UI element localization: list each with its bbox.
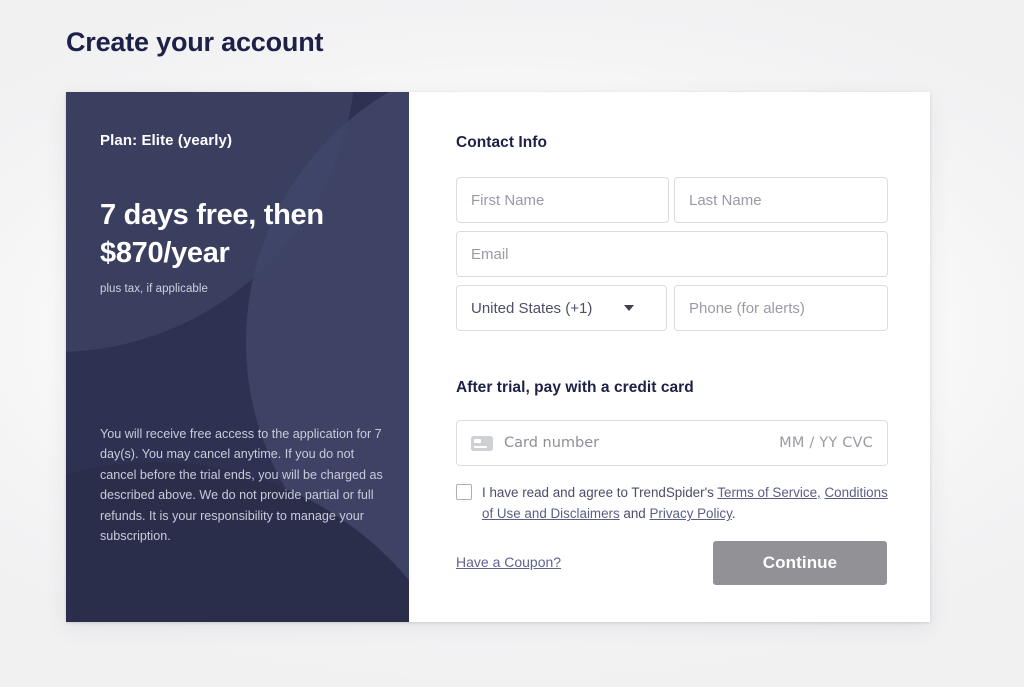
email-input[interactable]: Email bbox=[456, 231, 888, 277]
first-name-input[interactable]: First Name bbox=[456, 177, 669, 223]
privacy-policy-link[interactable]: Privacy Policy bbox=[649, 506, 731, 521]
price-headline: 7 days free, then $870/year bbox=[100, 199, 324, 270]
have-a-coupon-link[interactable]: Have a Coupon? bbox=[456, 554, 561, 570]
terms-lead-text: I have read and agree to TrendSpider's bbox=[482, 485, 718, 500]
terms-agreement-row: I have read and agree to TrendSpider's T… bbox=[456, 482, 896, 524]
first-name-placeholder: First Name bbox=[471, 191, 545, 209]
terms-of-service-link[interactable]: Terms of Service, bbox=[717, 485, 820, 500]
page-title: Create your account bbox=[66, 27, 324, 57]
plan-summary-panel: Plan: Elite (yearly) 7 days free, then $… bbox=[66, 92, 409, 622]
plan-summary-content: Plan: Elite (yearly) 7 days free, then $… bbox=[66, 92, 409, 622]
price-subtext: plus tax, if applicable bbox=[100, 283, 208, 295]
last-name-input[interactable]: Last Name bbox=[674, 177, 888, 223]
phone-input[interactable]: Phone (for alerts) bbox=[674, 285, 888, 331]
signup-page: Create your account Plan: Elite (yearly) bbox=[0, 0, 1024, 687]
payment-heading: After trial, pay with a credit card bbox=[456, 379, 694, 396]
terms-checkbox[interactable] bbox=[456, 484, 472, 500]
country-code-value: United States (+1) bbox=[471, 299, 593, 317]
continue-button[interactable]: Continue bbox=[713, 541, 887, 585]
card-expiry-cvc-placeholder: MM / YY CVC bbox=[779, 435, 873, 451]
signup-form-panel: Contact Info First Name Last Name Email … bbox=[409, 92, 930, 622]
email-placeholder: Email bbox=[471, 245, 509, 263]
card-number-placeholder: Card number bbox=[504, 435, 600, 451]
contact-info-heading: Contact Info bbox=[456, 134, 548, 151]
trial-terms-paragraph: You will receive free access to the appl… bbox=[100, 427, 383, 543]
plan-label: Plan: Elite (yearly) bbox=[100, 132, 233, 149]
terms-conjunction: and bbox=[619, 506, 650, 522]
signup-card: Plan: Elite (yearly) 7 days free, then $… bbox=[66, 92, 930, 622]
chevron-down-icon bbox=[624, 305, 634, 311]
credit-card-icon bbox=[471, 435, 493, 451]
terms-period: . bbox=[731, 506, 736, 522]
last-name-placeholder: Last Name bbox=[689, 191, 762, 209]
country-code-select[interactable]: United States (+1) bbox=[456, 285, 667, 331]
card-number-input[interactable]: Card number MM / YY CVC bbox=[456, 420, 888, 466]
card-number-group: Card number bbox=[471, 435, 599, 451]
phone-placeholder: Phone (for alerts) bbox=[689, 299, 805, 317]
terms-text: I have read and agree to TrendSpider's T… bbox=[482, 482, 896, 524]
